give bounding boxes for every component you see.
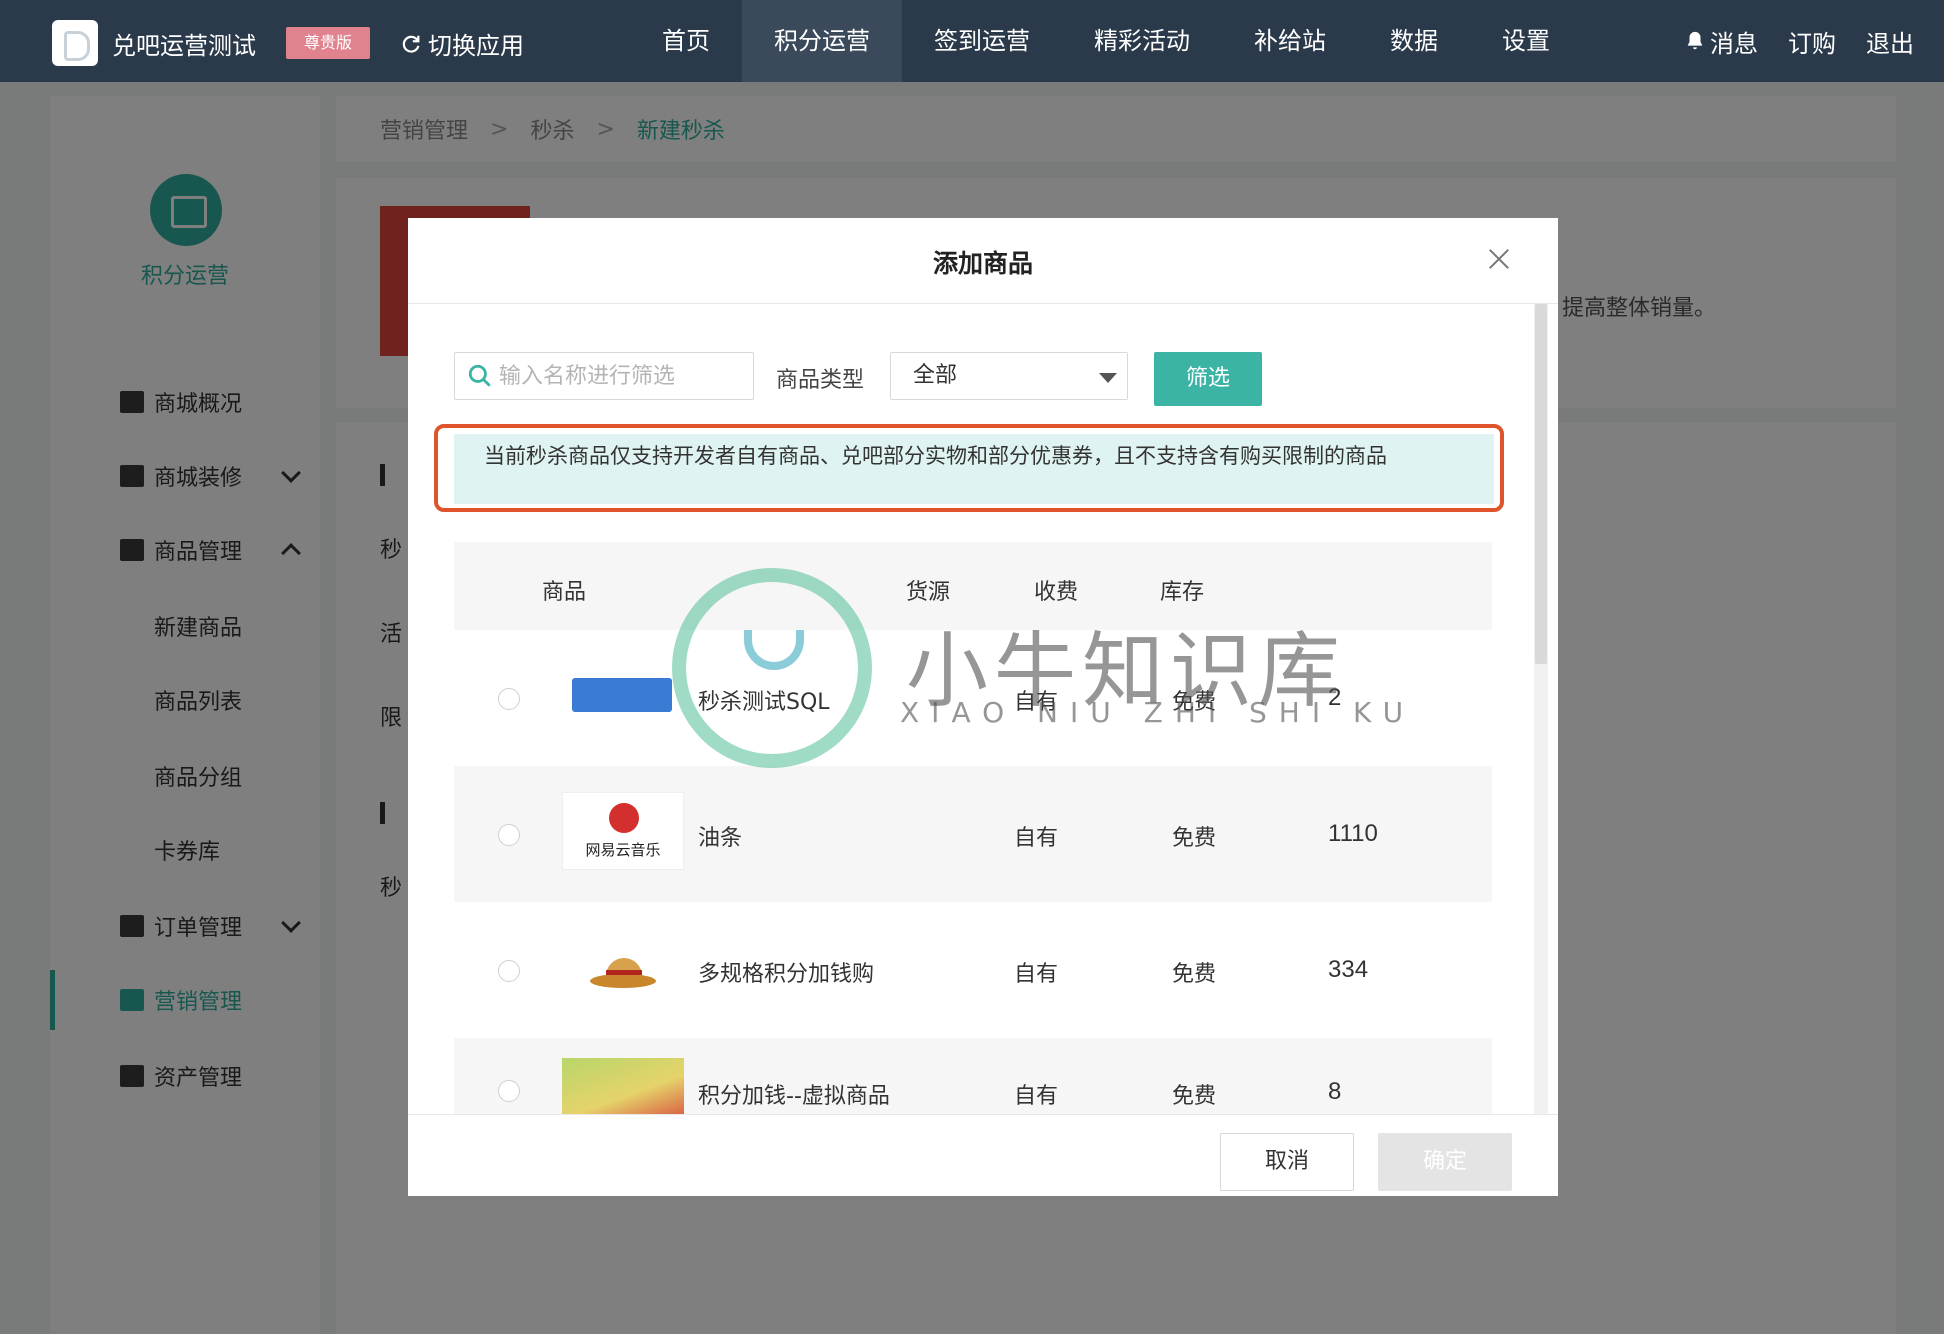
hat-band xyxy=(606,970,642,975)
goods-thumbnail xyxy=(562,656,684,734)
plan-badge: 尊贵版 xyxy=(286,27,370,59)
refresh-icon xyxy=(402,35,420,53)
goods-name: 油条 xyxy=(698,826,743,851)
modal-title: 添加商品 xyxy=(932,249,1033,278)
column-goods: 商品 xyxy=(542,580,587,605)
filter-button[interactable]: 筛选 xyxy=(1154,352,1262,406)
search-icon xyxy=(468,364,491,387)
table-row[interactable]: 多规格积分加钱购 自有 免费 334 xyxy=(454,902,1492,1038)
row-radio[interactable] xyxy=(498,688,520,710)
watermark-subtext: XIAO NIU ZHI SHI KU xyxy=(900,696,1416,729)
main-menu: 首页 积分运营 签到运营 精彩活动 补给站 数据 设置 xyxy=(630,0,1582,82)
top-navbar: 兑吧运营测试 尊贵版 切换应用 首页 积分运营 签到运营 精彩活动 补给站 数据… xyxy=(0,0,1944,82)
app-logo-icon xyxy=(52,20,98,66)
goods-fee: 免费 xyxy=(1172,962,1217,987)
netease-music-icon xyxy=(609,803,639,833)
table-row[interactable]: 网易云音乐 油条 自有 免费 1110 xyxy=(454,766,1492,902)
modal-header: 添加商品 xyxy=(408,218,1558,304)
notice-banner: 当前秒杀商品仅支持开发者自有商品、兑吧部分实物和部分优惠券，且不支持含有购买限制… xyxy=(454,434,1494,504)
close-icon[interactable] xyxy=(1486,246,1512,272)
confirm-button[interactable]: 确定 xyxy=(1378,1133,1512,1191)
watermark-logo-icon xyxy=(672,568,872,768)
scrollbar-thumb[interactable] xyxy=(1535,304,1547,664)
bell-icon xyxy=(1687,31,1703,50)
goods-stock: 334 xyxy=(1328,956,1369,983)
hat-brim xyxy=(590,974,656,988)
cancel-button[interactable]: 取消 xyxy=(1220,1133,1354,1191)
goods-thumbnail: 网易云音乐 xyxy=(562,792,684,870)
goods-thumbnail xyxy=(562,928,684,1006)
messages-link[interactable]: 消息 xyxy=(1684,24,1758,59)
column-stock: 库存 xyxy=(1160,580,1205,605)
menu-points-ops[interactable]: 积分运营 xyxy=(742,0,902,82)
goods-stock: 1110 xyxy=(1328,820,1378,847)
caret-down-icon xyxy=(1099,373,1117,383)
goods-fee: 免费 xyxy=(1172,1084,1217,1109)
modal-footer: 取消 确定 xyxy=(408,1114,1558,1196)
row-radio[interactable] xyxy=(498,960,520,982)
goods-fee: 免费 xyxy=(1172,826,1217,851)
row-radio[interactable] xyxy=(498,1080,520,1102)
order-link[interactable]: 订购 xyxy=(1788,24,1836,59)
logout-link[interactable]: 退出 xyxy=(1866,24,1914,59)
app-title: 兑吧运营测试 xyxy=(112,32,256,60)
menu-data[interactable]: 数据 xyxy=(1358,0,1470,82)
search-field xyxy=(454,352,754,400)
menu-home[interactable]: 首页 xyxy=(630,0,742,82)
menu-settings[interactable]: 设置 xyxy=(1470,0,1582,82)
modal-scrollbar[interactable] xyxy=(1534,304,1548,1114)
menu-checkin-ops[interactable]: 签到运营 xyxy=(902,0,1062,82)
goods-source: 自有 xyxy=(1014,962,1059,987)
top-right-actions: 消息 订购 退出 xyxy=(1684,0,1914,82)
goods-source: 自有 xyxy=(1014,1084,1059,1109)
menu-activities[interactable]: 精彩活动 xyxy=(1062,0,1222,82)
column-fee: 收费 xyxy=(1034,580,1079,605)
goods-source: 自有 xyxy=(1014,826,1059,851)
goods-type-select[interactable]: 全部 xyxy=(890,352,1128,400)
row-radio[interactable] xyxy=(498,824,520,846)
messages-label: 消息 xyxy=(1710,29,1758,58)
goods-name: 积分加钱--虚拟商品 xyxy=(698,1084,890,1109)
column-source: 货源 xyxy=(906,580,951,605)
menu-supply[interactable]: 补给站 xyxy=(1222,0,1358,82)
music-logo-text: 网易云音乐 xyxy=(585,841,661,859)
watermark-bull-icon xyxy=(744,630,804,670)
goods-type-label: 商品类型 xyxy=(776,368,865,393)
goods-name: 多规格积分加钱购 xyxy=(698,962,875,987)
goods-stock: 8 xyxy=(1328,1078,1342,1105)
switch-app-button[interactable]: 切换应用 xyxy=(400,26,524,61)
goods-type-value: 全部 xyxy=(913,363,958,388)
switch-app-label: 切换应用 xyxy=(428,32,524,60)
ticket-image xyxy=(572,678,672,712)
search-input[interactable] xyxy=(499,363,739,389)
